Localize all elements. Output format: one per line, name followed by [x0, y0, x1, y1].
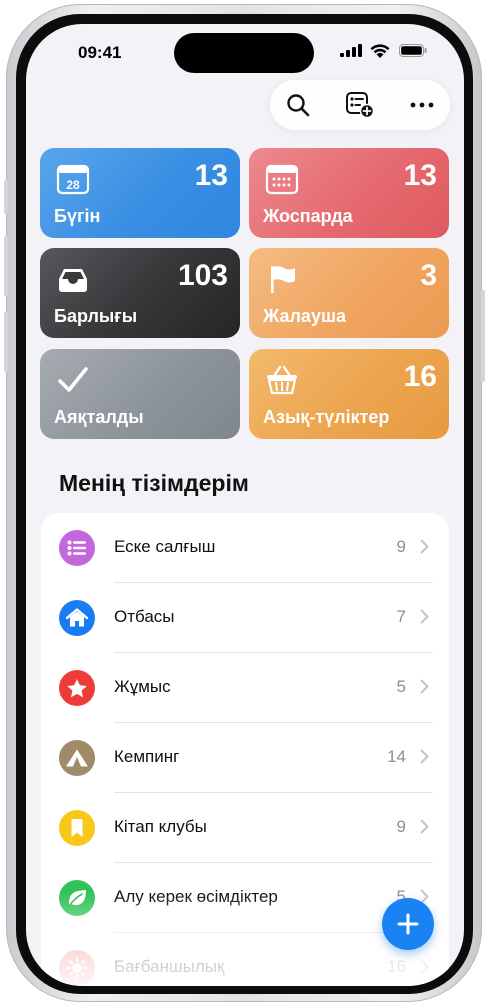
search-button[interactable] [280, 87, 316, 123]
list-item-reminders[interactable]: Еске салғыш 9 [41, 513, 449, 583]
ellipsis-icon [410, 102, 434, 108]
list-item-book-club[interactable]: Кітап клубы 9 [41, 793, 449, 863]
list-item-count: 5 [396, 677, 406, 696]
tile-flagged-count: 3 [420, 259, 437, 292]
list-item-work[interactable]: Жұмыс 5 [41, 653, 449, 723]
tile-completed[interactable]: Аяқталды [40, 349, 240, 439]
wifi-icon [370, 44, 390, 58]
today-day-number: 28 [66, 178, 80, 192]
chevron-right-icon [420, 609, 429, 624]
plus-icon [397, 913, 419, 935]
tile-scheduled-label: Жоспарда [263, 206, 353, 226]
list-icon-badge [59, 670, 95, 706]
list-icon-badge [59, 880, 95, 916]
my-lists-heading: Менің тізімдерім [59, 470, 249, 496]
screen: 09:41 28 13 Бүгін 13 Жоспарда 103 Барлығ… [26, 24, 464, 986]
tray-icon [59, 269, 87, 292]
bookmark-icon [71, 819, 83, 837]
sun-icon [66, 957, 88, 979]
battery-icon [399, 44, 427, 57]
chevron-right-icon [420, 679, 429, 694]
list-item-count: 14 [387, 747, 406, 766]
tile-groceries[interactable]: 16 Азық-түліктер [249, 349, 449, 439]
tile-flagged[interactable]: 3 Жалауша [249, 248, 449, 338]
tile-groceries-count: 16 [403, 360, 437, 393]
chevron-right-icon [420, 749, 429, 764]
list-item-name: Алу керек өсімдіктер [114, 887, 278, 906]
power-button [481, 290, 485, 382]
list-icon-badge [59, 600, 95, 636]
flag-icon [271, 266, 295, 293]
list-icon-badge [59, 740, 95, 776]
volume-down-button [4, 312, 8, 372]
chevron-right-icon [420, 959, 429, 974]
tile-all-count: 103 [177, 259, 228, 292]
list-item-count: 9 [396, 537, 406, 556]
tile-today-count: 13 [194, 159, 228, 192]
tent-icon [66, 749, 88, 767]
dynamic-island [174, 33, 314, 73]
chevron-right-icon [420, 819, 429, 834]
tile-completed-label: Аяқталды [54, 407, 144, 427]
list-item-family[interactable]: Отбасы 7 [41, 583, 449, 653]
list-item-name: Жұмыс [114, 677, 171, 696]
leaf-icon [68, 890, 86, 907]
add-list-button[interactable] [382, 898, 434, 950]
calendar-today-icon: 28 [56, 164, 90, 195]
list-item-name: Бағбаншылық [114, 957, 225, 976]
bullet-list-icon [67, 540, 86, 556]
checkmark-icon [58, 367, 88, 392]
list-item-count: 9 [396, 817, 406, 836]
calendar-grid-icon [265, 164, 299, 195]
list-item-name: Кітап клубы [114, 817, 207, 836]
tile-today[interactable]: 28 13 Бүгін [40, 148, 240, 238]
tile-all-label: Барлығы [54, 306, 138, 326]
star-icon [67, 678, 87, 697]
list-icon-badge [59, 810, 95, 846]
tile-flagged-label: Жалауша [263, 306, 346, 326]
toolbar [270, 80, 450, 130]
action-button [4, 180, 8, 214]
tile-all[interactable]: 103 Барлығы [40, 248, 240, 338]
list-item-name: Отбасы [114, 607, 175, 626]
basket-icon [267, 365, 297, 395]
add-from-template-button[interactable] [342, 87, 378, 123]
list-icon-badge [59, 530, 95, 566]
list-icon-badge [59, 950, 95, 986]
volume-up-button [4, 236, 8, 296]
list-item-name: Еске салғыш [114, 537, 216, 556]
list-item-name: Кемпинг [114, 747, 180, 766]
tile-today-label: Бүгін [54, 206, 101, 226]
tile-groceries-label: Азық-түліктер [263, 407, 390, 427]
list-add-icon [346, 92, 375, 119]
more-button[interactable] [404, 87, 440, 123]
tile-scheduled-count: 13 [403, 159, 437, 192]
cellular-signal-icon [340, 44, 362, 57]
search-icon [287, 94, 310, 117]
list-item-count: 7 [396, 607, 406, 626]
chevron-right-icon [420, 539, 429, 554]
status-time: 09:41 [78, 43, 122, 62]
house-icon [66, 608, 88, 627]
list-item-count: 16 [387, 957, 406, 976]
status-bar: 09:41 [26, 24, 464, 80]
list-item-camping[interactable]: Кемпинг 14 [41, 723, 449, 793]
tile-scheduled[interactable]: 13 Жоспарда [249, 148, 449, 238]
